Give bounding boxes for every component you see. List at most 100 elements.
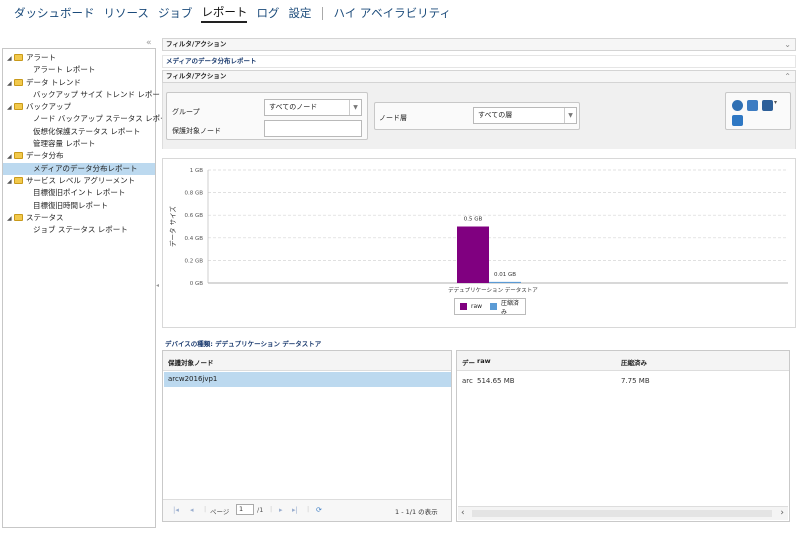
filter-section-bar[interactable]: フィルタ/アクション ⌃	[162, 70, 796, 83]
column-compressed[interactable]: 圧縮済み	[621, 357, 647, 367]
nav-high-availability[interactable]: ハイ アベイラビリティ	[333, 5, 451, 21]
column-protected-node[interactable]: 保護対象ノード	[168, 357, 214, 367]
filter-section-title: フィルタ/アクション	[166, 72, 227, 80]
tree-folder[interactable]: ◢ データ トレンド	[3, 77, 155, 89]
bar-raw	[457, 226, 489, 283]
folder-icon	[14, 152, 23, 160]
column-raw[interactable]: raw	[477, 357, 491, 365]
pager-divider: |	[270, 505, 273, 513]
email-icon[interactable]	[747, 100, 758, 111]
refresh-icon[interactable]: ⟳	[316, 506, 322, 514]
save-icon[interactable]	[762, 100, 773, 111]
scrollbar-thumb[interactable]	[472, 510, 772, 517]
size-table-header: デー raw 圧縮済み	[457, 351, 789, 371]
tree-item[interactable]: バックアップ サイズ トレンド レポート	[3, 89, 167, 101]
pager: |◂ ◂ | ページ 1 /1 | ▸ ▸| | ⟳ 1 - 1/1 の表示	[163, 499, 451, 521]
scroll-right-icon[interactable]: ›	[780, 508, 784, 518]
page-number-input[interactable]: 1	[236, 504, 254, 515]
expand-icon[interactable]: ⌄	[784, 39, 791, 50]
tree-item[interactable]: 仮想化保護ステータス レポート	[3, 126, 155, 138]
table-row[interactable]: arcw2016jvp1	[164, 372, 451, 387]
nav-jobs[interactable]: ジョブ	[158, 5, 193, 21]
nav-divider	[322, 6, 324, 20]
tree-label: 目標復旧ポイント レポート	[33, 188, 126, 198]
last-page-icon[interactable]: ▸|	[292, 506, 298, 514]
scroll-left-icon[interactable]: ‹	[461, 508, 465, 518]
y-axis-label: データ サイズ	[168, 206, 177, 247]
print-icon[interactable]	[732, 100, 743, 111]
cell-device: arc	[462, 377, 473, 385]
tree-item[interactable]: 目標復旧時間レポート	[3, 200, 155, 212]
legend-raw-label: raw	[470, 303, 483, 310]
tree-item[interactable]: ジョブ ステータス レポート	[3, 224, 155, 236]
tree-item[interactable]: ノード バックアップ ステータス レポート	[3, 113, 175, 125]
tree-label: バックアップ サイズ トレンド レポート	[33, 89, 168, 99]
group-label: グループ	[172, 108, 200, 116]
node-name: arcw2016jvp1	[168, 375, 218, 383]
top-nav: ダッシュボード リソース ジョブ レポート ログ 設定 ハイ アベイラビリティ	[0, 0, 800, 26]
tree-label: 管理容量 レポート	[33, 139, 96, 149]
tree-label: メディアのデータ分布レポート	[33, 163, 138, 173]
device-type-title: デバイスの種類: デデュプリケーション データストア	[165, 340, 322, 348]
protected-node-input[interactable]	[264, 120, 362, 137]
y-tick-label: 0.4 GB	[184, 236, 203, 242]
tree-folder[interactable]: ◢ アラート	[3, 52, 155, 64]
nav-logs[interactable]: ログ	[256, 5, 279, 21]
tree-folder[interactable]: ◢ データ分布	[3, 150, 155, 162]
size-table: デー raw 圧縮済み arc 514.65 MB 7.75 MB ‹ ›	[456, 350, 790, 522]
pager-total: /1	[257, 506, 264, 514]
sidebar-collapse-icon[interactable]: «	[146, 38, 152, 48]
column-device[interactable]: デー	[462, 357, 475, 367]
nav-dashboard[interactable]: ダッシュボード	[14, 5, 95, 21]
filter-actions-bar[interactable]: フィルタ/アクション ⌄	[162, 38, 796, 51]
nav-settings[interactable]: 設定	[288, 5, 311, 21]
splitter-arrow-icon[interactable]: ◂	[156, 282, 159, 289]
folder-icon	[14, 103, 23, 111]
prev-page-icon[interactable]: ◂	[190, 506, 194, 514]
folder-icon	[14, 78, 23, 86]
node-table: 保護対象ノード arcw2016jvp1 |◂ ◂ | ページ 1 /1 | ▸…	[162, 350, 452, 522]
folder-icon	[14, 213, 23, 221]
tree-label: ステータス	[26, 212, 64, 222]
tree-item[interactable]: 管理容量 レポート	[3, 138, 155, 150]
horizontal-scrollbar[interactable]: ‹ ›	[458, 506, 788, 520]
filter-actions-title: フィルタ/アクション	[166, 40, 227, 48]
tree-folder[interactable]: ◢ サービス レベル アグリーメント	[3, 175, 155, 187]
tree-item[interactable]: アラート レポート	[3, 64, 155, 76]
tier-filter-box: ノード層 すべての層 ▼	[374, 102, 580, 130]
tree-item[interactable]: 目標復旧ポイント レポート	[3, 187, 155, 199]
chevron-down-icon[interactable]: ▼	[564, 108, 576, 123]
nav-reports[interactable]: レポート	[201, 4, 248, 23]
group-select[interactable]: すべてのノード ▼	[264, 99, 362, 116]
pager-page-label: ページ	[210, 508, 230, 516]
tree-label: ジョブ ステータス レポート	[33, 225, 128, 235]
tree-label: アラート	[26, 53, 56, 62]
node-tier-select[interactable]: すべての層 ▼	[473, 107, 577, 124]
y-tick-label: 0 GB	[190, 281, 204, 287]
next-page-icon[interactable]: ▸	[279, 506, 283, 514]
tree-label: データ トレンド	[26, 77, 81, 87]
bar-compressed	[489, 281, 521, 283]
save-menu-chevron-icon[interactable]: ▾	[774, 99, 777, 106]
node-table-header: 保護対象ノード	[163, 351, 451, 371]
y-tick-label: 0.2 GB	[184, 258, 203, 264]
tree-label: 仮想化保護ステータス レポート	[33, 126, 141, 136]
collapse-up-icon[interactable]: ⌃	[784, 71, 791, 82]
tree-folder[interactable]: ◢ ステータス	[3, 212, 155, 224]
protected-node-label: 保護対象ノード	[172, 127, 221, 135]
tree-folder[interactable]: ◢ バックアップ	[3, 101, 155, 113]
chevron-down-icon[interactable]: ▼	[349, 100, 361, 115]
tree-label: データ分布	[26, 151, 64, 161]
chart-legend: raw 圧縮済み	[454, 298, 526, 316]
pager-count: 1 - 1/1 の表示	[395, 508, 438, 516]
first-page-icon[interactable]: |◂	[173, 506, 179, 514]
y-tick-label: 0.8 GB	[184, 191, 203, 197]
data-label: 0.01 GB	[494, 272, 516, 278]
nav-resources[interactable]: リソース	[104, 5, 149, 21]
refresh-icon[interactable]	[732, 115, 743, 126]
report-title: メディアのデータ分布レポート	[166, 57, 257, 65]
tree-label: サービス レベル アグリーメント	[26, 175, 136, 185]
legend-compressed-icon	[490, 303, 498, 310]
tree-item[interactable]: メディアのデータ分布レポート	[3, 162, 155, 175]
node-tier-select-value: すべての層	[478, 111, 513, 119]
